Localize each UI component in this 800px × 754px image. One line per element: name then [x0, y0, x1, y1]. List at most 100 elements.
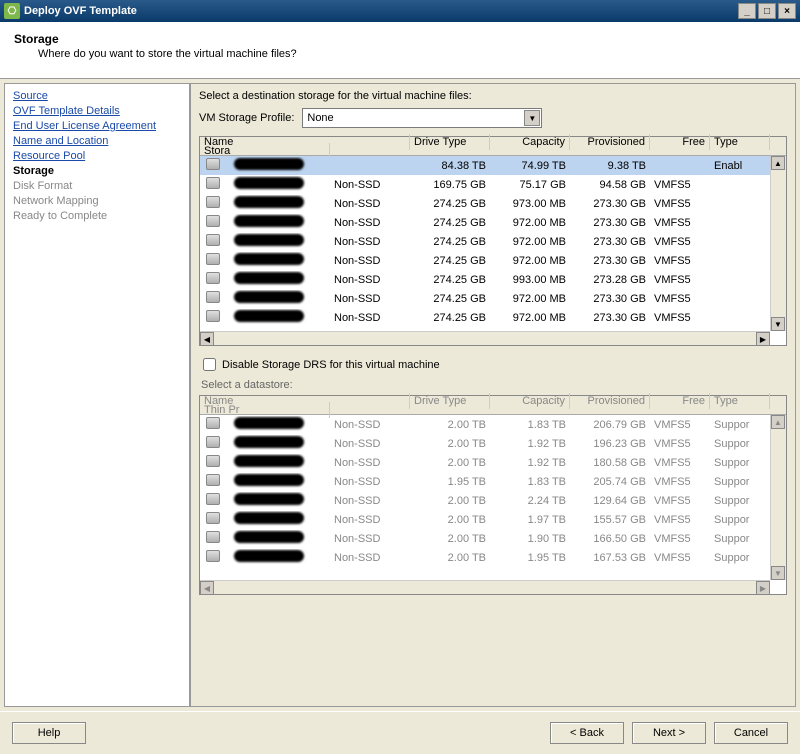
column-header-provisioned[interactable]: Provisioned: [570, 134, 650, 150]
disable-drs-row: Disable Storage DRS for this virtual mac…: [203, 358, 787, 371]
column-header-free[interactable]: Free: [650, 134, 710, 150]
instruction-text: Select a destination storage for the vir…: [199, 90, 787, 102]
column-header-free[interactable]: Free: [650, 393, 710, 409]
datastore-grid-body: Non-SSD2.00 TB1.83 TB206.79 GBVMFS5Suppo…: [200, 415, 786, 580]
page-subtitle: Where do you want to store the virtual m…: [38, 48, 786, 60]
vsphere-icon: ⎔: [4, 3, 20, 19]
horizontal-scrollbar[interactable]: ◀ ▶: [200, 580, 770, 594]
datastore-name-redacted: [234, 550, 304, 562]
table-row: Non-SSD2.00 TB1.90 TB166.50 GBVMFS5Suppo…: [200, 529, 786, 548]
datastore-name-redacted: [234, 455, 304, 467]
datastore-icon: [206, 310, 220, 322]
wizard-step-ovf-template-details[interactable]: OVF Template Details: [13, 105, 181, 117]
wizard-step-ready-to-complete: Ready to Complete: [13, 210, 181, 222]
datastore-icon: [206, 158, 220, 170]
back-button[interactable]: < Back: [550, 722, 624, 744]
page-title: Storage: [14, 32, 786, 46]
storage-grid[interactable]: NameDrive TypeCapacityProvisionedFreeTyp…: [199, 136, 787, 346]
datastore-name-redacted: [234, 512, 304, 524]
table-row: Non-SSD2.00 TB1.83 TB206.79 GBVMFS5Suppo…: [200, 415, 786, 434]
disable-drs-checkbox[interactable]: [203, 358, 216, 371]
scroll-right-icon[interactable]: ▶: [756, 332, 770, 346]
disable-drs-label: Disable Storage DRS for this virtual mac…: [222, 359, 440, 371]
datastore-name-redacted: [234, 493, 304, 505]
scroll-up-icon[interactable]: ▲: [771, 156, 785, 170]
window-title: Deploy OVF Template: [24, 5, 137, 17]
column-header-type[interactable]: Type: [710, 393, 770, 409]
scroll-down-icon[interactable]: ▼: [771, 317, 785, 331]
vm-storage-profile-row: VM Storage Profile: None ▼: [199, 108, 787, 128]
table-row[interactable]: Non-SSD274.25 GB972.00 MB273.30 GBVMFS5: [200, 251, 786, 270]
column-header-capacity[interactable]: Capacity: [490, 393, 570, 409]
help-button[interactable]: Help: [12, 722, 86, 744]
datastore-icon: [206, 493, 220, 505]
cancel-button[interactable]: Cancel: [714, 722, 788, 744]
minimize-button[interactable]: _: [738, 3, 756, 19]
datastore-icon: [206, 550, 220, 562]
wizard-step-end-user-license-agreement[interactable]: End User License Agreement: [13, 120, 181, 132]
close-button[interactable]: ×: [778, 3, 796, 19]
storage-grid-header[interactable]: NameDrive TypeCapacityProvisionedFreeTyp…: [200, 137, 786, 156]
wizard-step-source[interactable]: Source: [13, 90, 181, 102]
scroll-down-icon[interactable]: ▼: [771, 566, 785, 580]
horizontal-scrollbar[interactable]: ◀ ▶: [200, 331, 770, 345]
datastore-name-redacted: [234, 436, 304, 448]
datastore-name-redacted: [234, 531, 304, 543]
vertical-scrollbar[interactable]: ▲ ▼: [770, 415, 786, 580]
table-row: Non-SSD1.95 TB1.83 TB205.74 GBVMFS5Suppo…: [200, 472, 786, 491]
datastore-icon: [206, 272, 220, 284]
next-button[interactable]: Next >: [632, 722, 706, 744]
maximize-button[interactable]: □: [758, 3, 776, 19]
scroll-left-icon[interactable]: ◀: [200, 332, 214, 346]
vm-storage-profile-label: VM Storage Profile:: [199, 112, 294, 124]
vertical-scrollbar[interactable]: ▲ ▼: [770, 156, 786, 331]
table-row: Non-SSD2.00 TB1.97 TB155.57 GBVMFS5Suppo…: [200, 510, 786, 529]
datastore-name-redacted: [234, 417, 304, 429]
table-row[interactable]: 84.38 TB74.99 TB9.38 TBEnabl: [200, 156, 786, 175]
table-row[interactable]: Non-SSD274.25 GB972.00 MB273.30 GBVMFS5: [200, 232, 786, 251]
titlebar[interactable]: ⎔ Deploy OVF Template _ □ ×: [0, 0, 800, 22]
datastore-icon: [206, 196, 220, 208]
datastore-name-redacted: [234, 310, 304, 322]
wizard-footer: Help < Back Next > Cancel: [0, 711, 800, 754]
datastore-name-redacted: [234, 177, 304, 189]
table-row[interactable]: Non-SSD169.75 GB75.17 GB94.58 GBVMFS5: [200, 175, 786, 194]
column-header-provisioned[interactable]: Provisioned: [570, 393, 650, 409]
datastore-icon: [206, 234, 220, 246]
storage-grid-body[interactable]: 84.38 TB74.99 TB9.38 TBEnablNon-SSD169.7…: [200, 156, 786, 331]
datastore-icon: [206, 455, 220, 467]
table-row: Non-SSD2.00 TB2.24 TB129.64 GBVMFS5Suppo…: [200, 491, 786, 510]
select-datastore-label: Select a datastore:: [201, 379, 787, 391]
datastore-name-redacted: [234, 253, 304, 265]
table-row[interactable]: Non-SSD274.25 GB993.00 MB273.28 GBVMFS5: [200, 270, 786, 289]
page-header: Storage Where do you want to store the v…: [0, 22, 800, 79]
datastore-name-redacted: [234, 474, 304, 486]
datastore-icon: [206, 253, 220, 265]
wizard-step-resource-pool[interactable]: Resource Pool: [13, 150, 181, 162]
datastore-icon: [206, 417, 220, 429]
datastore-grid: NameDrive TypeCapacityProvisionedFreeTyp…: [199, 395, 787, 595]
wizard-step-name-and-location[interactable]: Name and Location: [13, 135, 181, 147]
datastore-icon: [206, 474, 220, 486]
column-header-capacity[interactable]: Capacity: [490, 134, 570, 150]
column-header-type[interactable]: Type: [710, 134, 770, 150]
datastore-name-redacted: [234, 234, 304, 246]
window-controls: _ □ ×: [738, 3, 796, 19]
table-row[interactable]: Non-SSD274.25 GB972.00 MB273.30 GBVMFS5: [200, 289, 786, 308]
content-area: Source OVF Template Details End User Licen…: [0, 79, 800, 711]
datastore-icon: [206, 177, 220, 189]
wizard-step-disk-format: Disk Format: [13, 180, 181, 192]
scroll-left-icon[interactable]: ◀: [200, 581, 214, 595]
vm-storage-profile-dropdown[interactable]: None ▼: [302, 108, 542, 128]
table-row[interactable]: Non-SSD274.25 GB972.00 MB273.30 GBVMFS5: [200, 308, 786, 327]
table-row[interactable]: Non-SSD274.25 GB972.00 MB273.30 GBVMFS5: [200, 213, 786, 232]
column-header-drive-type[interactable]: Drive Type: [410, 393, 490, 409]
scroll-right-icon[interactable]: ▶: [756, 581, 770, 595]
datastore-icon: [206, 512, 220, 524]
table-row[interactable]: Non-SSD274.25 GB973.00 MB273.30 GBVMFS5: [200, 194, 786, 213]
main-panel: Select a destination storage for the vir…: [190, 83, 796, 707]
column-header-drive-type[interactable]: Drive Type: [410, 134, 490, 150]
wizard-step-storage: Storage: [13, 165, 181, 177]
scroll-up-icon[interactable]: ▲: [771, 415, 785, 429]
table-row: Non-SSD2.00 TB1.95 TB167.53 GBVMFS5Suppo…: [200, 548, 786, 567]
